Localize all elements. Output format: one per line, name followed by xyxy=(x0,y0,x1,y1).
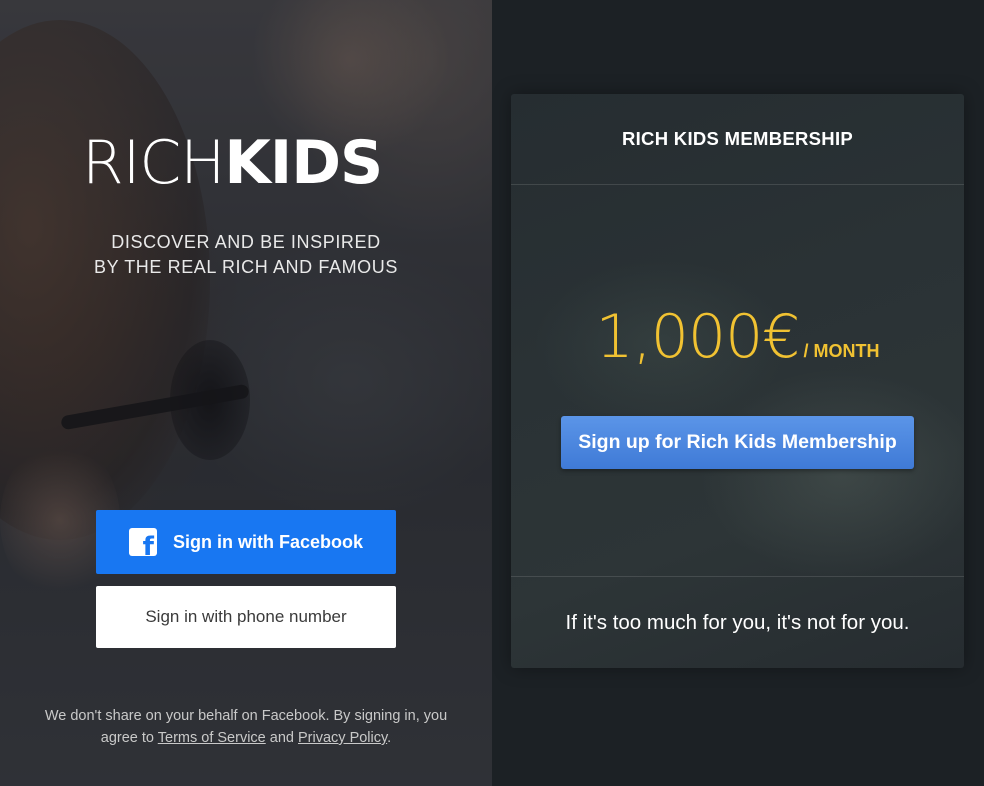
disclaimer-and: and xyxy=(265,730,298,746)
tagline-line-2: BY THE REAL RICH AND FAMOUS xyxy=(94,257,398,277)
logo-light-text: RICH xyxy=(82,128,225,198)
membership-panel: RICH KIDS MEMBERSHIP 1,000€ / MONTH Sign … xyxy=(492,0,984,786)
phone-sign-in-label: Sign in with phone number xyxy=(145,607,347,626)
membership-card: RICH KIDS MEMBERSHIP 1,000€ / MONTH Sign … xyxy=(511,94,964,668)
privacy-policy-link[interactable]: Privacy Policy xyxy=(298,730,387,746)
tagline: DISCOVER AND BE INSPIRED BY THE REAL RIC… xyxy=(40,230,452,280)
sign-in-panel: RICHKIDS DISCOVER AND BE INSPIRED BY THE… xyxy=(0,0,492,786)
membership-footer-text: If it's too much for you, it's not for y… xyxy=(565,610,910,634)
membership-signup-button[interactable]: Sign up for Rich Kids Membership xyxy=(561,416,914,469)
background-photo-overlay xyxy=(0,0,492,786)
logo-bold-text: KIDS xyxy=(224,128,383,198)
card-divider-top xyxy=(511,184,964,185)
facebook-disclaimer: We don't share on your behalf on Faceboo… xyxy=(30,705,462,749)
richkids-logo: RICHKIDS xyxy=(82,128,412,196)
membership-price: 1,000€ / MONTH xyxy=(511,302,964,372)
price-amount: 1,000€ xyxy=(595,302,801,372)
facebook-sign-in-label: Sign in with Facebook xyxy=(172,531,363,552)
membership-title: RICH KIDS MEMBERSHIP xyxy=(621,128,854,149)
terms-of-service-link[interactable]: Terms of Service xyxy=(158,730,266,746)
facebook-icon: f xyxy=(128,528,157,556)
facebook-sign-in-button[interactable]: f Sign in with Facebook xyxy=(96,510,396,574)
tagline-line-1: DISCOVER AND BE INSPIRED xyxy=(111,232,381,252)
price-period: / MONTH xyxy=(803,341,880,361)
disclaimer-period: . xyxy=(387,730,392,746)
phone-sign-in-button[interactable]: Sign in with phone number xyxy=(96,586,396,648)
